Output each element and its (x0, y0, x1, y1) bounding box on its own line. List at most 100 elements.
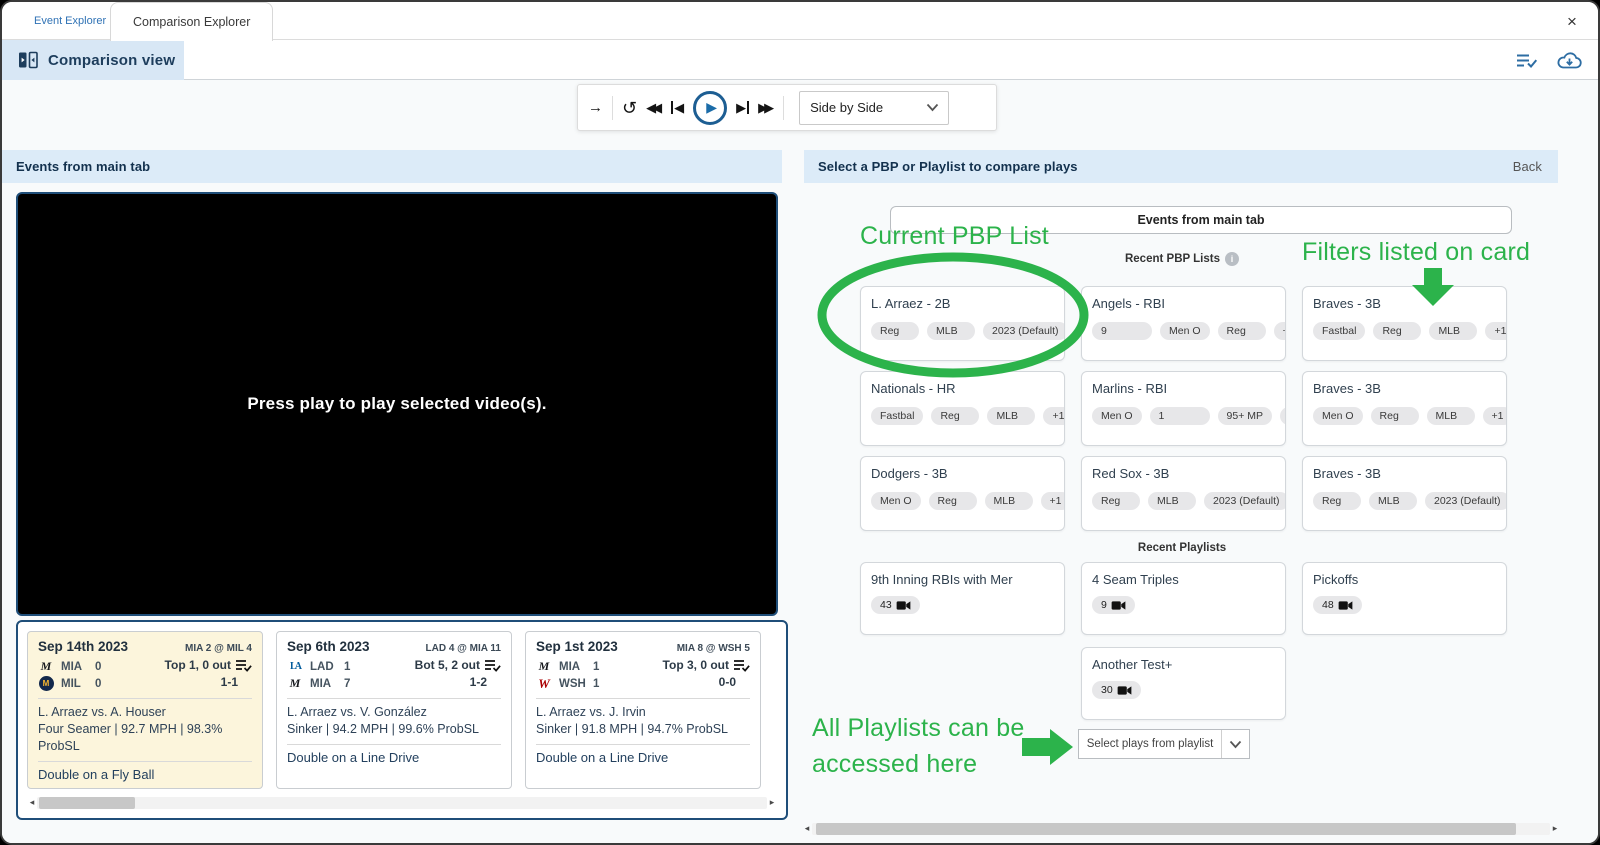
home-abbr: MIL (61, 678, 88, 690)
event-date: Sep 14th 2023 (38, 639, 128, 654)
jump-forward-icon[interactable]: → (588, 100, 603, 115)
toolbar: Comparison view (2, 40, 1598, 80)
pbp-card[interactable]: Braves - 3B Men O Reg MLB +1 (1302, 371, 1507, 446)
filter-chip: MLB (927, 322, 975, 340)
add-to-list-icon[interactable] (484, 659, 501, 672)
pbp-card[interactable]: Red Sox - 3B Reg MLB 2023 (Default) (1081, 456, 1286, 531)
team-logo-lad-icon: LA (287, 659, 303, 675)
right-panel: Select a PBP or Playlist to compare play… (802, 80, 1562, 845)
comparison-view-chip: Comparison view (2, 40, 184, 80)
next-play-icon[interactable]: ▶ (736, 101, 749, 114)
playlist-card[interactable]: 9th Inning RBIs with Mer 43 (860, 562, 1065, 635)
pbp-card[interactable]: Braves - 3B Fastbal Reg MLB +1 (1302, 286, 1507, 361)
tab-event-explorer[interactable]: Event Explorer (20, 2, 120, 40)
filter-chip: Reg (1092, 492, 1140, 510)
away-abbr: MIA (559, 661, 586, 673)
playlist-card[interactable]: Pickoffs 48 (1302, 562, 1507, 635)
chevron-down-icon (926, 103, 939, 112)
playlist-card[interactable]: Another Test+ 30 (1081, 647, 1286, 720)
event-situation: Top 1, 0 out (165, 658, 231, 672)
filter-chip: MLB (985, 492, 1033, 510)
filter-chip: Reg (871, 322, 919, 340)
events-from-main-tab-button[interactable]: Events from main tab (890, 206, 1512, 234)
tab-event-explorer-label: Event Explorer (34, 15, 106, 27)
filter-chip: 9 (1092, 322, 1152, 340)
playback-mode-select[interactable]: Side by Side (799, 91, 949, 125)
scrollbar-thumb[interactable] (39, 797, 135, 809)
left-panel-header: Events from main tab (2, 150, 782, 183)
playlist-select-dropdown[interactable]: Select plays from playlist (1078, 729, 1250, 759)
compare-panels-icon (18, 50, 38, 70)
event-final-score: MIA 8 @ WSH 5 (677, 643, 750, 654)
rewind-icon[interactable]: ◀◀ (646, 101, 662, 114)
close-icon[interactable]: × (1560, 10, 1584, 34)
playlist-card[interactable]: 4 Seam Triples 9 (1081, 562, 1286, 635)
home-runs: 1 (593, 678, 599, 690)
filter-chip: MLB (1148, 492, 1196, 510)
pbp-card-grid: L. Arraez - 2B Reg MLB 2023 (Default) An… (860, 286, 1507, 531)
away-runs: 1 (344, 661, 350, 673)
filter-chip: Reg (1371, 407, 1419, 425)
pbp-card[interactable]: Braves - 3B Reg MLB 2023 (Default) (1302, 456, 1507, 531)
filter-chip: Men O (871, 492, 921, 510)
scroll-left-icon[interactable]: ◂ (802, 822, 812, 835)
pbp-card[interactable]: Nationals - HR Fastbal Reg MLB +1 (860, 371, 1065, 446)
scrollbar-track[interactable] (812, 823, 1550, 835)
playlist-single-column: Another Test+ 30 (1081, 647, 1286, 720)
away-abbr: MIA (61, 661, 88, 673)
list-check-icon[interactable] (1516, 52, 1537, 69)
tab-comparison-explorer[interactable]: Comparison Explorer (110, 2, 273, 41)
event-card[interactable]: Sep 6th 2023 LAD 4 @ MIA 11 LA LAD 1 (276, 631, 512, 789)
previous-play-icon[interactable]: ◀ (671, 101, 684, 114)
event-pitch: Sinker | 91.8 MPH | 94.7% ProbSL (536, 721, 750, 738)
filter-chip: Men O (1092, 407, 1142, 425)
add-to-list-icon[interactable] (733, 659, 750, 672)
scrollbar-thumb[interactable] (816, 823, 1516, 835)
scroll-right-icon[interactable]: ▸ (767, 796, 777, 809)
right-panel-scrollbar[interactable]: ◂ ▸ (802, 822, 1560, 835)
event-date: Sep 6th 2023 (287, 639, 370, 654)
loop-icon[interactable]: ↺ (622, 99, 637, 117)
scrollbar-track[interactable] (37, 797, 767, 809)
add-to-list-icon[interactable] (235, 659, 252, 672)
video-camera-icon (1338, 600, 1353, 611)
home-runs: 7 (344, 678, 350, 690)
left-panel-title: Events from main tab (16, 159, 150, 174)
video-camera-icon (1111, 600, 1126, 611)
play-button[interactable]: ▶ (693, 91, 727, 125)
pbp-card[interactable]: L. Arraez - 2B Reg MLB 2023 (Default) (860, 286, 1065, 361)
info-icon[interactable]: i (1225, 252, 1239, 266)
scroll-left-icon[interactable]: ◂ (27, 796, 37, 809)
recent-pbp-lists-label: Recent PBP Lists i (802, 252, 1562, 266)
event-count: 1-2 (415, 675, 487, 689)
pbp-card[interactable]: Marlins - RBI Men O 1 95+ MP +3 (1081, 371, 1286, 446)
playback-mode-value: Side by Side (810, 100, 883, 115)
video-camera-icon (1117, 685, 1132, 696)
pbp-card[interactable]: Dodgers - 3B Men O Reg MLB +1 (860, 456, 1065, 531)
fast-forward-icon[interactable]: ▶▶ (758, 101, 774, 114)
pbp-card[interactable]: Angels - RBI 9 Men O Reg +2 (1081, 286, 1286, 361)
team-logo-mil-icon: M (39, 676, 54, 691)
back-button[interactable]: Back (1513, 159, 1542, 174)
event-card[interactable]: Sep 14th 2023 MIA 2 @ MIL 4 M MIA 0 (27, 631, 263, 789)
filter-chip: Men O (1160, 322, 1210, 340)
recent-playlists-label: Recent Playlists (802, 542, 1562, 554)
tab-bar: Event Explorer Comparison Explorer × (2, 2, 1598, 40)
event-final-score: LAD 4 @ MIA 11 (425, 643, 501, 654)
filter-chip: +1 (1041, 492, 1065, 510)
filter-chip: Reg (1218, 322, 1266, 340)
events-scrollbar[interactable]: ◂ ▸ (27, 796, 777, 809)
divider (612, 96, 613, 120)
scroll-right-icon[interactable]: ▸ (1550, 822, 1560, 835)
filter-chip: Fastbal (871, 407, 923, 425)
filter-chip: Fastbal (1313, 322, 1365, 340)
event-result: Double on a Fly Ball (38, 767, 252, 782)
event-result: Double on a Line Drive (287, 750, 501, 765)
right-panel-title: Select a PBP or Playlist to compare play… (818, 159, 1078, 174)
event-pitch: Sinker | 94.2 MPH | 99.6% ProbSL (287, 721, 501, 738)
team-logo-wsh-icon: W (536, 676, 552, 692)
filter-chip: +1 (1485, 322, 1507, 340)
clip-count-chip: 30 (1092, 681, 1141, 699)
event-card[interactable]: Sep 1st 2023 MIA 8 @ WSH 5 M MIA 1 (525, 631, 761, 789)
cloud-download-icon[interactable] (1557, 51, 1582, 70)
